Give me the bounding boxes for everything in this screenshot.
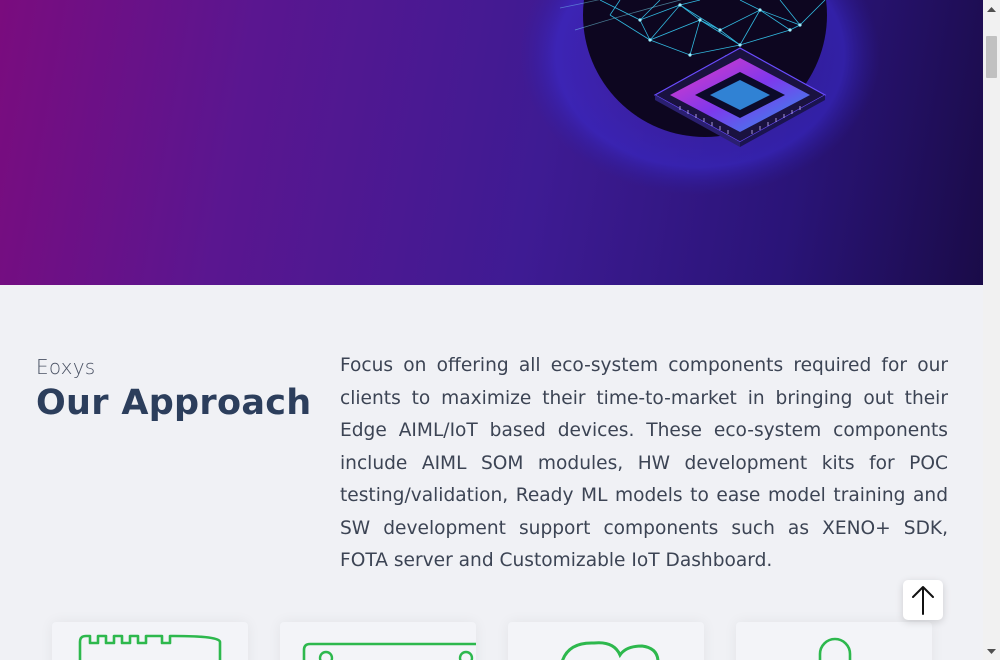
feature-card-chip-module[interactable] xyxy=(52,622,248,660)
dev-board-icon xyxy=(302,642,476,660)
arrow-up-icon xyxy=(912,586,934,615)
chip-module-icon xyxy=(78,634,222,660)
vertical-scrollbar[interactable] xyxy=(983,0,1000,660)
section-description: Focus on offering all eco-system compone… xyxy=(340,355,948,571)
cloud-icon xyxy=(561,641,660,660)
user-icon xyxy=(818,637,852,660)
scroll-up-arrow-icon[interactable] xyxy=(983,0,1000,17)
hero-banner xyxy=(0,0,983,285)
scrollbar-thumb[interactable] xyxy=(986,36,997,78)
scroll-down-arrow-icon[interactable] xyxy=(983,643,1000,660)
feature-card-dev-board[interactable] xyxy=(280,622,476,660)
feature-card-cloud[interactable] xyxy=(508,622,704,660)
page: Eoxys Our Approach Focus on offering all… xyxy=(0,0,983,660)
approach-section: Eoxys Our Approach Focus on offering all… xyxy=(0,285,983,660)
ai-chip-globe-illustration xyxy=(520,0,880,195)
section-heading: Our Approach xyxy=(36,383,312,423)
back-to-top-button[interactable] xyxy=(903,580,943,620)
section-eyebrow: Eoxys xyxy=(36,355,96,379)
feature-card-user[interactable] xyxy=(736,622,932,660)
